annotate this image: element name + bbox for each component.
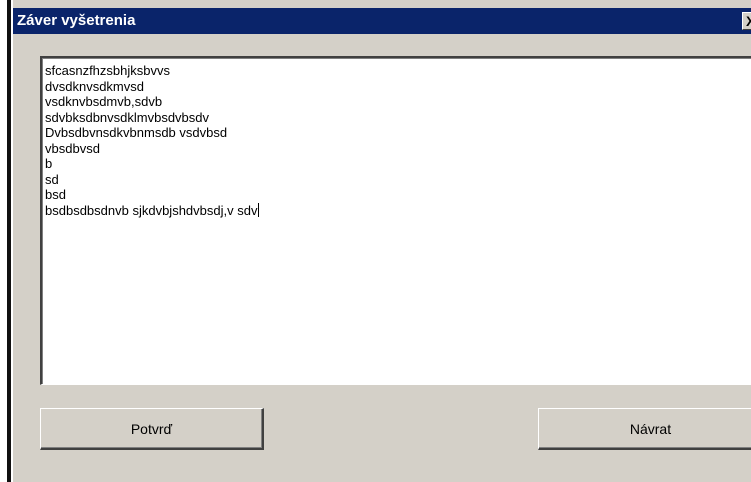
confirm-button[interactable]: Potvrď [40,408,264,450]
text-line: bsd [45,187,66,202]
title-bar[interactable]: Záver vyšetrenia X [13,8,751,34]
text-line-content: bsdbsdbsdnvb sjkdvbjshdvbsdj,v sdv [45,202,258,218]
dialog-window: Záver vyšetrenia X sfcasnzfhzsbhjksbvvs … [12,0,751,482]
text-line: sdvbksdbnvsdklmvbsdvbsdv [45,109,210,125]
close-icon[interactable]: X [742,12,751,30]
text-line: vsdknvbsdmvb,sdvb [45,94,163,109]
text-line: dvsdknvsdkmvsd [45,78,144,94]
text-line: Dvbsdbvnsdkvbnmsdb vsdvbsd [45,125,228,140]
background-window-edge [0,0,12,482]
window-title: Záver vyšetrenia [17,12,136,29]
background-window-border [7,0,11,482]
text-line: vbsdbvsd [45,140,100,156]
text-line: sfcasnzfhzsbhjksbvvs [45,63,170,78]
back-button[interactable]: Návrat [538,408,751,450]
conclusion-textarea[interactable]: sfcasnzfhzsbhjksbvvs dvsdknvsdkmvsd vsdk… [40,56,751,385]
text-line: b [45,156,53,171]
text-line: sd [45,171,59,187]
text-line-last: bsdbsdbsdnvb sjkdvbjshdvbsdj,v sdv [45,202,751,219]
text-caret [258,202,260,217]
